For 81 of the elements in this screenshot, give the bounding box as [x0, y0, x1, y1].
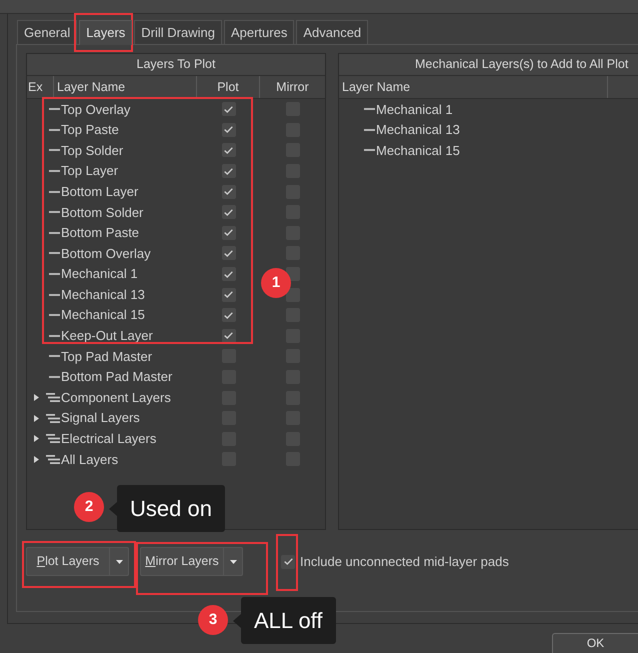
plot-checkbox[interactable] [222, 328, 236, 343]
tab[interactable]: General [17, 20, 78, 44]
layer-name[interactable]: Mechanical 13 [61, 284, 145, 304]
layer-name[interactable]: Electrical Layers [61, 429, 156, 449]
stacked-lines-icon [46, 434, 60, 444]
plot-checkbox[interactable] [222, 102, 236, 116]
highlight-frame [74, 13, 133, 52]
tab[interactable]: Apertures [224, 20, 294, 44]
plot-checkbox[interactable] [222, 184, 236, 199]
layer-name[interactable]: Bottom Solder [61, 202, 144, 222]
dropdown-arrow-button[interactable] [224, 547, 243, 576]
checkmark-icon [224, 208, 233, 216]
caret-down-icon [230, 560, 236, 564]
layer-name[interactable]: Bottom Pad Master [61, 367, 172, 387]
caret-right-icon[interactable] [34, 435, 39, 442]
callout-pointer-icon [233, 614, 241, 628]
layer-name[interactable]: Component Layers [61, 388, 171, 408]
checkmark-icon [224, 106, 233, 113]
checkmark-icon [224, 188, 233, 196]
column-header[interactable]: Plot [197, 76, 260, 98]
stacked-lines-icon [46, 414, 60, 423]
checkmark-icon [224, 126, 233, 134]
caret-down-icon [116, 560, 122, 564]
layer-name[interactable]: Mechanical 15 [376, 140, 460, 160]
layer-name[interactable]: Signal Layers [61, 408, 140, 428]
ok-button[interactable]: OK [552, 633, 638, 653]
plot-checkbox[interactable] [222, 164, 236, 178]
caret-right-icon[interactable] [34, 414, 39, 422]
plot-checkbox[interactable] [222, 267, 236, 282]
tab[interactable]: Drill Drawing [134, 20, 222, 44]
checkmark-icon [224, 229, 233, 236]
highlight-frame [276, 534, 298, 591]
layer-name[interactable]: Top Layer [61, 161, 118, 181]
layer-name[interactable]: Bottom Paste [61, 223, 140, 243]
column-header[interactable]: Layer Name [54, 76, 197, 98]
checkmark-icon [224, 291, 233, 298]
caret-right-icon[interactable] [34, 456, 39, 463]
plot-checkbox[interactable] [222, 122, 236, 137]
layer-name[interactable]: Top Paste [61, 120, 119, 140]
plot-checkbox[interactable] [222, 308, 236, 322]
layer-name[interactable]: Mechanical 13 [376, 120, 460, 140]
checkmark-icon [224, 168, 233, 175]
layer-name[interactable]: Top Solder [61, 140, 124, 160]
step-marker: 3 [198, 605, 228, 635]
split-button-main[interactable]: Plot Layers [26, 547, 110, 576]
layer-name[interactable]: Mechanical 1 [376, 100, 453, 120]
stacked-lines-icon [46, 393, 60, 402]
column-header[interactable]: Ex [27, 76, 54, 98]
split-button-main[interactable]: Mirror Layers [140, 547, 224, 576]
checkmark-icon [224, 146, 233, 154]
layer-name[interactable]: Keep-Out Layer [61, 326, 153, 346]
checkmark-icon [224, 312, 233, 319]
layer-name[interactable]: Bottom Overlay [61, 244, 151, 264]
layer-name[interactable]: Mechanical 1 [61, 264, 138, 284]
layer-name[interactable]: Bottom Layer [61, 182, 138, 202]
plot-checkbox[interactable] [222, 143, 236, 158]
plot-checkbox[interactable] [222, 246, 236, 260]
tab[interactable]: Layers [79, 20, 132, 45]
callout-label: Used on [117, 485, 225, 532]
callout-label: ALL off [241, 597, 336, 644]
plot-checkbox[interactable] [222, 226, 236, 240]
layer-name[interactable]: Top Overlay [61, 100, 130, 120]
tab[interactable]: Advanced [296, 20, 368, 44]
plot-checkbox[interactable] [222, 288, 236, 302]
checkmark-icon [284, 558, 292, 565]
caret-right-icon[interactable] [34, 394, 39, 402]
checkbox[interactable] [281, 554, 295, 568]
checkmark-icon [224, 270, 233, 278]
callout-pointer-icon [109, 502, 117, 516]
checkbox-label[interactable]: Include unconnected mid-layer pads [300, 552, 509, 572]
column-header[interactable]: Mirror [260, 76, 325, 98]
checkmark-icon [224, 250, 233, 257]
stacked-lines-icon [46, 454, 60, 464]
layer-name[interactable]: All Layers [61, 450, 118, 470]
layer-name[interactable]: Mechanical 15 [61, 305, 145, 325]
panel-header: Mechanical Layers(s) to Add to All Plot [339, 54, 638, 76]
checkmark-icon [224, 332, 233, 340]
layer-name[interactable]: Top Pad Master [61, 346, 152, 366]
panel-header: Layers To Plot [27, 54, 325, 76]
plot-checkbox[interactable] [222, 205, 236, 220]
dropdown-arrow-button[interactable] [110, 547, 129, 576]
